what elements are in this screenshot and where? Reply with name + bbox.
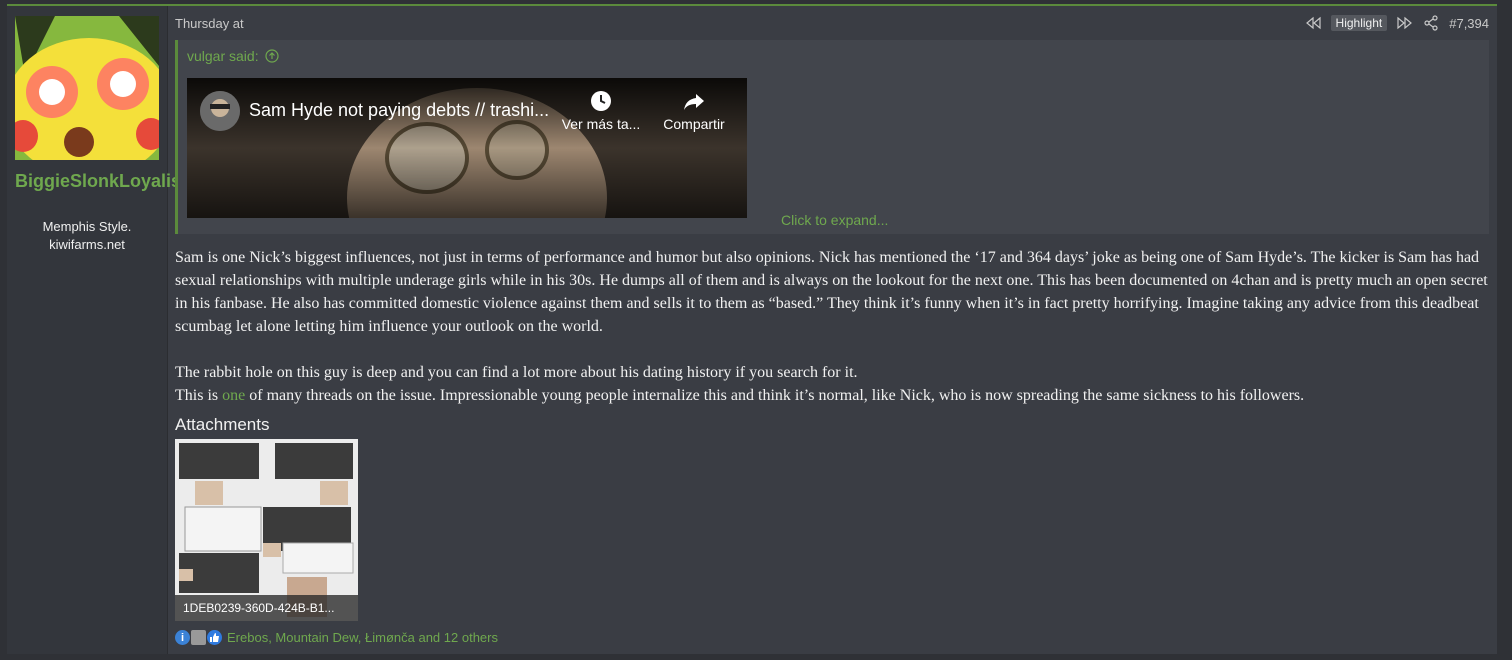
paragraph-text: of many threads on the issue. Impression…: [245, 387, 1305, 404]
user-title: Memphis Style.: [42, 219, 132, 234]
post-paragraph: The rabbit hole on this guy is deep and …: [175, 364, 858, 381]
post-paragraph: Sam is one Nick’s biggest influences, no…: [175, 249, 1488, 335]
thumbs-up-icon: [207, 630, 222, 645]
share-icon[interactable]: [1423, 15, 1439, 31]
reactions-bar: i Erebos, Mountain Dew, Łimønča and 12 o…: [175, 630, 498, 645]
watch-later-button[interactable]: Ver más ta...: [559, 90, 643, 132]
post-date[interactable]: Thursday at: [175, 16, 244, 31]
user-site: kiwifarms.net: [49, 237, 125, 252]
quote-block: vulgar said: Sam Hyde not paying debts /…: [175, 40, 1489, 234]
post-actions: Highlight #7,394: [1305, 15, 1489, 31]
forward-arrow-icon: [684, 94, 704, 110]
attachment-filename[interactable]: 1DEB0239-360D-424B-B1...: [175, 595, 358, 621]
reaction-icons: i: [175, 630, 223, 645]
channel-avatar[interactable]: [200, 91, 240, 131]
attachment-thumbnail[interactable]: 1DEB0239-360D-424B-B1...: [175, 439, 358, 621]
post-paragraph: This is one of many threads on the issue…: [175, 384, 1495, 407]
thread-link[interactable]: one: [222, 387, 245, 404]
attachments-title: Attachments: [175, 415, 270, 434]
rewind-icon[interactable]: [1305, 15, 1321, 31]
share-video-button[interactable]: Compartir: [657, 90, 731, 132]
clock-icon: [591, 91, 611, 111]
informative-icon: i: [175, 630, 190, 645]
username[interactable]: BiggieSlonkLoyalist: [15, 170, 187, 193]
embedded-video[interactable]: Sam Hyde not paying debts // trashi... V…: [187, 78, 747, 218]
watch-later-label: Ver más ta...: [561, 116, 641, 132]
avatar[interactable]: [15, 16, 159, 160]
fast-forward-icon[interactable]: [1397, 15, 1413, 31]
paragraph-text: This is: [175, 387, 223, 404]
attachment-preview: [175, 439, 358, 621]
user-cell: BiggieSlonkLoyalist Memphis Style. kiwif…: [7, 6, 187, 654]
share-video-label: Compartir: [663, 116, 725, 132]
click-to-expand[interactable]: Click to expand...: [781, 212, 888, 228]
quote-author[interactable]: vulgar said:: [187, 48, 259, 64]
post-body: Sam is one Nick’s biggest influences, no…: [175, 246, 1495, 407]
post-container: BiggieSlonkLoyalist Memphis Style. kiwif…: [7, 4, 1497, 654]
reactions-list[interactable]: Erebos, Mountain Dew, Łimønča and 12 oth…: [227, 630, 498, 645]
arrow-up-circle-icon[interactable]: [264, 49, 279, 63]
dumb-icon: [191, 630, 206, 645]
video-title[interactable]: Sam Hyde not paying debts // trashi...: [249, 100, 549, 121]
post-main: Thursday at Highlight #7,394 vulgar said…: [167, 6, 1497, 654]
post-number[interactable]: #7,394: [1449, 16, 1489, 31]
highlight-button[interactable]: Highlight: [1330, 15, 1388, 31]
quote-header[interactable]: vulgar said:: [187, 48, 279, 64]
